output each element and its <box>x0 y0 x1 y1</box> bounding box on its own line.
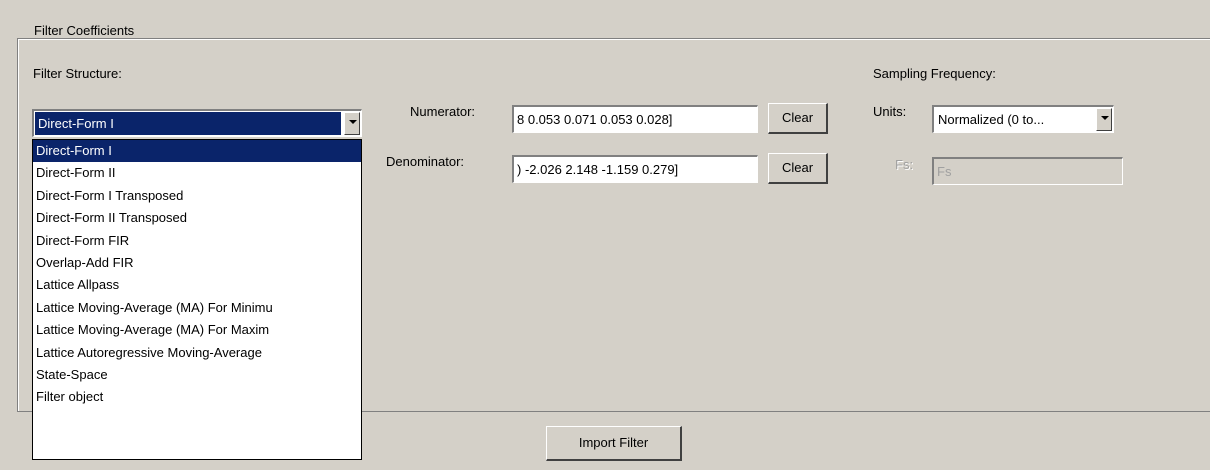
units-value: Normalized (0 to... <box>938 112 1045 127</box>
filter-structure-select[interactable]: Direct-Form I <box>32 109 362 137</box>
dropdown-option[interactable]: Direct-Form I Transposed <box>33 185 361 207</box>
sampling-frequency-title: Sampling Frequency: <box>873 66 996 81</box>
dropdown-option[interactable]: Direct-Form FIR <box>33 230 361 252</box>
numerator-field[interactable]: 8 0.053 0.071 0.053 0.028] <box>512 105 758 133</box>
group-title: Filter Coefficients <box>32 23 137 38</box>
numerator-value: 8 0.053 0.071 0.053 0.028] <box>517 112 673 127</box>
dropdown-option[interactable]: Overlap-Add FIR <box>33 252 361 274</box>
numerator-label: Numerator: <box>410 104 476 119</box>
dropdown-option[interactable]: Lattice Moving-Average (MA) For Maxim <box>33 319 361 341</box>
filter-structure-value: Direct-Form I <box>35 112 341 135</box>
dropdown-option[interactable]: Lattice Moving-Average (MA) For Minimu <box>33 297 361 319</box>
dropdown-option[interactable]: Direct-Form II Transposed <box>33 207 361 229</box>
dropdown-option[interactable]: Lattice Allpass <box>33 274 361 296</box>
dropdown-option[interactable]: Direct-Form II <box>33 162 361 184</box>
clear-button-label: Clear <box>781 110 814 125</box>
chevron-down-icon[interactable] <box>1096 108 1112 131</box>
dropdown-option[interactable]: Lattice Autoregressive Moving-Average <box>33 342 361 364</box>
fs-label: Fs: <box>895 157 914 172</box>
import-filter-button[interactable]: Import Filter <box>546 426 682 461</box>
import-filter-label: Import Filter <box>578 435 649 450</box>
filter-coefficients-panel: Filter Coefficients Filter Structure: Di… <box>0 0 1210 470</box>
filter-structure-dropdown-list[interactable]: Direct-Form I Direct-Form II Direct-Form… <box>32 139 362 460</box>
dropdown-option[interactable]: State-Space <box>33 364 361 386</box>
units-label: Units: <box>873 104 907 119</box>
dropdown-option[interactable]: Direct-Form I <box>33 140 361 163</box>
fs-field: Fs <box>932 157 1123 185</box>
units-select[interactable]: Normalized (0 to... <box>932 105 1114 133</box>
filter-structure-label: Filter Structure: <box>33 66 122 81</box>
denominator-clear-button[interactable]: Clear <box>768 153 828 184</box>
fs-value: Fs <box>937 164 952 179</box>
denominator-field[interactable]: ) -2.026 2.148 -1.159 0.279] <box>512 155 758 183</box>
denominator-label: Denominator: <box>386 154 465 169</box>
chevron-down-icon[interactable] <box>344 112 360 135</box>
denominator-value: ) -2.026 2.148 -1.159 0.279] <box>517 162 679 177</box>
dropdown-option[interactable]: Filter object <box>33 386 361 408</box>
clear-button-label: Clear <box>781 160 814 175</box>
numerator-clear-button[interactable]: Clear <box>768 103 828 134</box>
